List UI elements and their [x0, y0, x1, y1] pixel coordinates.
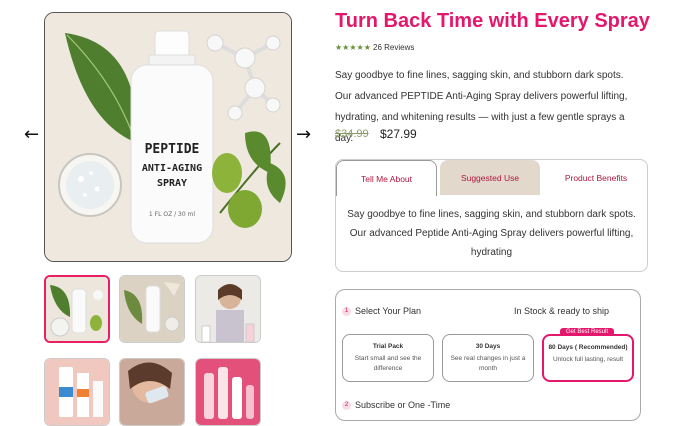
info-tabs: Tell Me About Suggested Use Product Bene…: [335, 159, 648, 272]
plan-title: Trial Pack: [372, 343, 404, 350]
star-rating-icon: ★★★★★: [335, 43, 371, 52]
thumbnail-2[interactable]: [119, 275, 185, 343]
main-product-image: PEPTIDE ANTI-AGING SPRAY 1 FL OZ / 30 ml: [44, 12, 292, 262]
tab-suggested-use[interactable]: Suggested Use: [440, 160, 540, 195]
bottle-label-1: PEPTIDE: [145, 142, 200, 157]
thumbnail-6[interactable]: [195, 358, 261, 426]
plan-card-80-days[interactable]: Get Best Result 80 Days ( Recommended) U…: [542, 328, 634, 382]
plan-title: 80 Days ( Recommended): [548, 344, 628, 351]
plan-desc: See real changes in just a month: [450, 355, 526, 372]
plan-desc: Unlock full lasting, result: [552, 356, 624, 363]
tab-product-benefits[interactable]: Product Benefits: [546, 160, 646, 195]
thumbnail-4[interactable]: [44, 358, 110, 426]
thumbnail-5[interactable]: [119, 358, 185, 426]
plan-title: 30 Days: [475, 343, 501, 350]
arrow-left-icon[interactable]: ←: [24, 126, 39, 144]
tab-tell-me-about[interactable]: Tell Me About: [336, 160, 437, 196]
arrow-right-icon[interactable]: →: [296, 126, 311, 144]
bottle-volume: 1 FL OZ / 30 ml: [149, 211, 195, 218]
sale-price: $27.99: [380, 127, 417, 141]
plan-card-30-days[interactable]: 30 Days See real changes in just a month: [442, 334, 534, 382]
thumbnail-3[interactable]: [195, 275, 261, 343]
step-label: Select Your Plan: [355, 306, 422, 316]
plan-card-trial[interactable]: Trial Pack Start small and see the diffe…: [342, 334, 434, 382]
stock-status: In Stock & ready to ship: [514, 306, 610, 316]
product-title: Turn Back Time with Every Spray: [335, 10, 650, 32]
plan-selector: 1 Select Your Plan In Stock & ready to s…: [335, 289, 641, 421]
plan-desc: Start small and see the difference: [354, 355, 422, 372]
review-count[interactable]: 26 Reviews: [373, 43, 414, 52]
bottle-label-2: ANTI-AGING: [142, 163, 202, 174]
best-result-badge: Get Best Result: [560, 328, 615, 336]
tab-content: Say goodbye to fine lines, sagging skin,…: [347, 209, 636, 258]
original-price: $34.99: [335, 128, 369, 140]
bottle-label-3: SPRAY: [157, 178, 187, 189]
thumbnail-1[interactable]: [44, 275, 110, 343]
step-number: 1: [342, 307, 351, 316]
